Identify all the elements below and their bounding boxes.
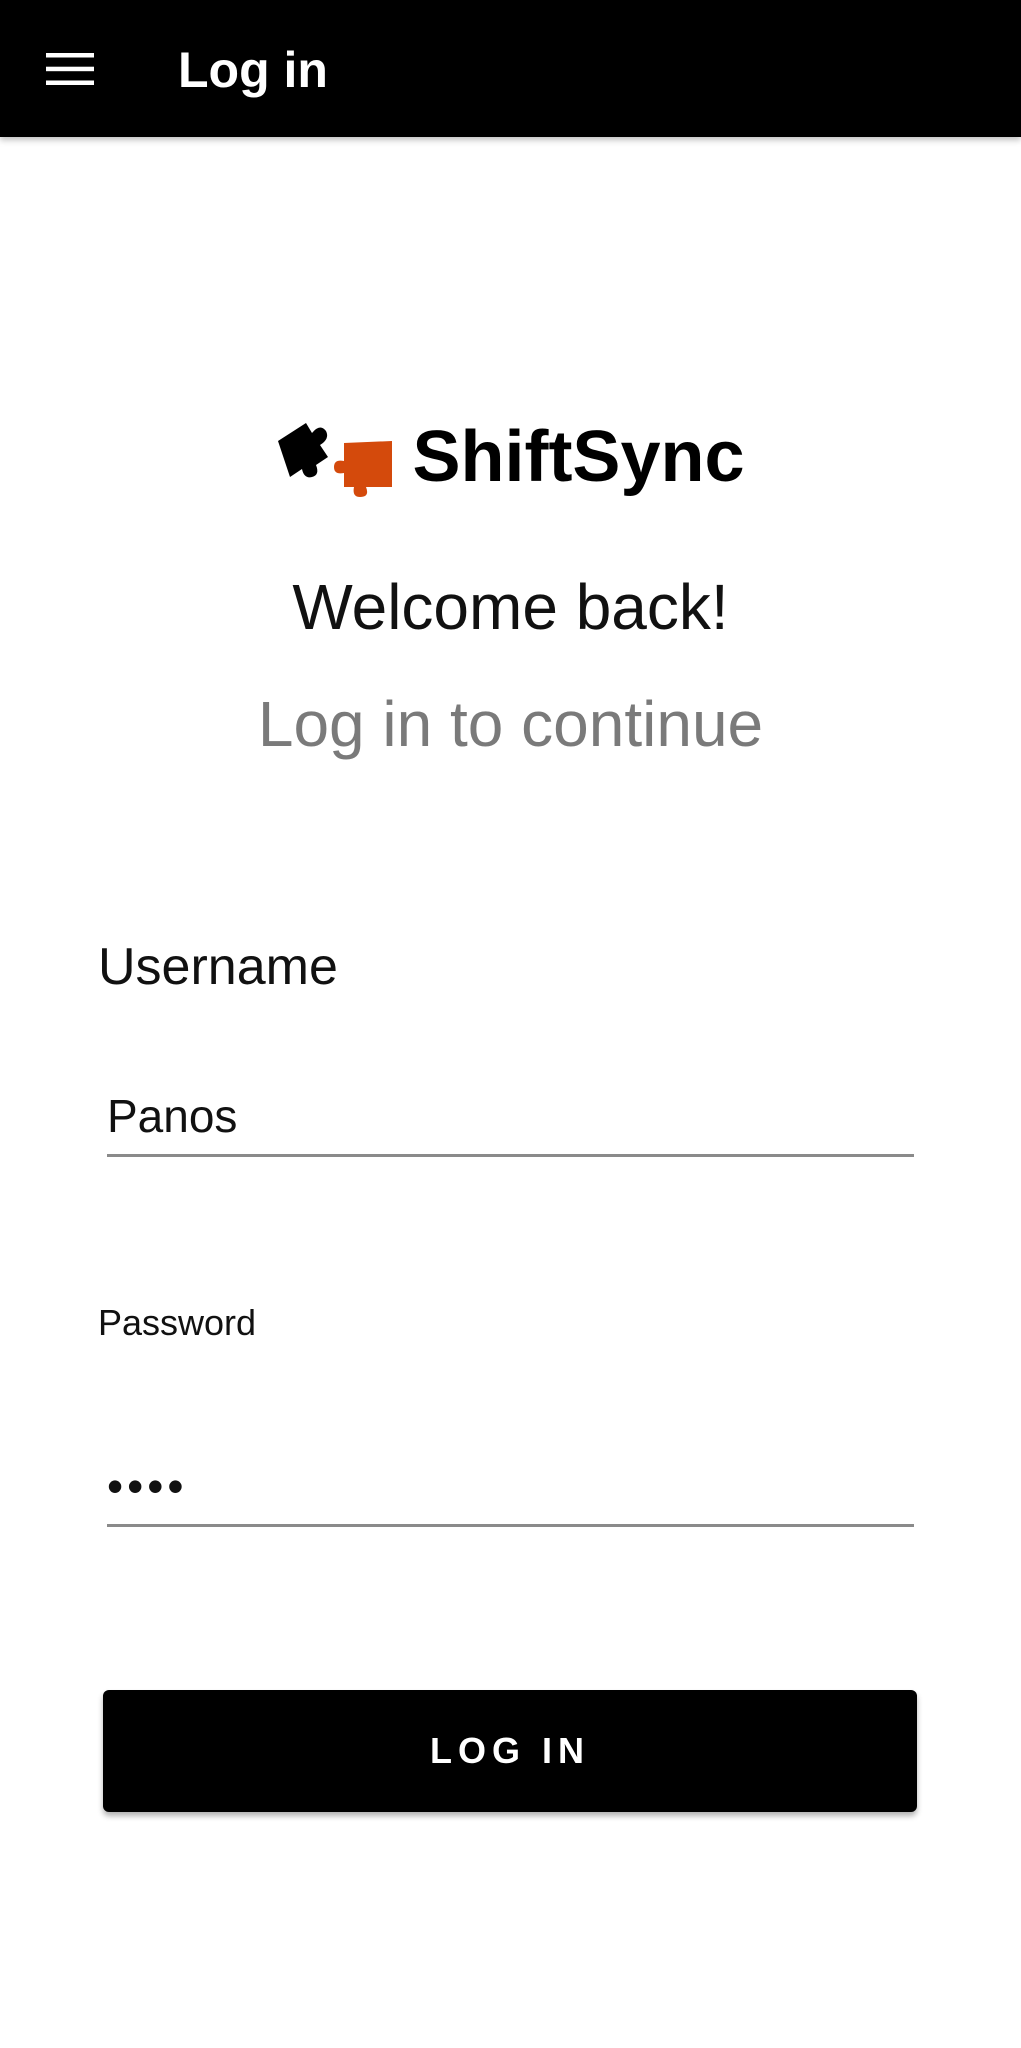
app-bar: Log in (0, 0, 1021, 137)
brand-name: ShiftSync (412, 417, 745, 497)
username-label: Username (98, 938, 338, 996)
hamburger-menu-icon (46, 53, 94, 85)
password-label: Password (98, 1302, 257, 1343)
puzzle-pieces-icon (276, 417, 394, 497)
password-input[interactable] (107, 1448, 914, 1527)
welcome-heading: Welcome back! (292, 571, 729, 643)
menu-button[interactable] (30, 36, 110, 102)
username-input[interactable] (107, 1078, 914, 1157)
brand-header: ShiftSync (0, 412, 1021, 502)
page-title: Log in (178, 42, 328, 98)
login-button[interactable]: LOG IN (103, 1690, 917, 1812)
subtitle: Log in to continue (257, 688, 764, 760)
